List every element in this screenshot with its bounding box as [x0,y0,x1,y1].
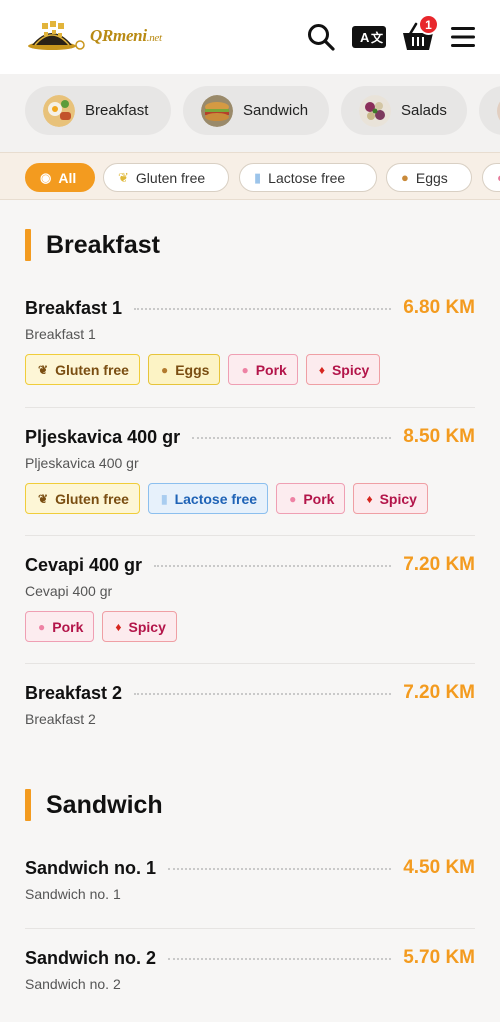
item-price: 7.20 KM [403,554,475,575]
item-description: Sandwich no. 2 [25,976,121,992]
pig-icon: ● [241,362,249,377]
wheat-icon: ❦ [38,491,49,506]
item-divider [25,928,475,929]
tag-lactose-free: ▮ Lactose free [147,483,269,514]
sandwich-thumb-icon [201,94,233,127]
search-icon [308,24,335,51]
item-divider [25,407,475,408]
cart-button[interactable]: 1 [401,14,439,54]
all-filter-icon: ◉ [40,169,52,185]
category-nav: Breakfast Sandwich Salads [0,74,500,152]
filter-more[interactable]: ● [482,163,500,192]
tag-pork: ● Pork [228,354,298,385]
pig-icon: ● [289,491,297,506]
section-title: Sandwich [25,789,163,821]
item-name: Breakfast 1 [25,297,123,318]
price-leader [134,693,392,695]
item-description: Breakfast 2 [25,711,96,727]
item-divider [25,663,475,664]
item-description: Sandwich no. 1 [25,886,121,902]
milk-icon: ▮ [254,169,262,185]
filter-eggs[interactable]: ● Eggs [386,163,472,192]
price-leader [192,437,392,439]
qrmeni-logo[interactable]: QRmeni.net [26,16,166,56]
chili-icon: ♦ [318,362,325,377]
item-tags: ❦ Gluten free ▮ Lactose free ● Pork ♦ Spicy [25,483,475,514]
item-name: Sandwich no. 2 [25,947,157,968]
menu-button[interactable] [446,20,480,54]
item-description: Pljeskavica 400 gr [25,455,139,471]
item-tags: ❦ Gluten free ● Eggs ● Pork ♦ Spicy [25,354,475,385]
egg-icon: ● [160,362,169,377]
tag-pork: ● Pork [25,611,95,642]
wheat-icon: ❦ [38,362,49,377]
section-accent-bar [25,229,31,261]
item-price: 5.70 KM [403,947,475,968]
price-leader [168,868,392,870]
menu-item[interactable]: Pljeskavica 400 gr 8.50 KM Pljeskavica 4… [25,423,475,514]
tag-spicy: ♦ Spicy [102,611,177,642]
logo-emblem-icon [28,21,85,50]
tag-eggs: ● Eggs [147,354,221,385]
filter-all[interactable]: ◉ All [25,163,95,192]
milk-icon: ▮ [160,491,168,506]
item-price: 4.50 KM [403,857,475,878]
category-more[interactable] [479,86,500,135]
item-description: Breakfast 1 [25,326,96,342]
cart-count-badge: 1 [418,14,439,35]
item-divider [25,535,475,536]
item-price: 7.20 KM [403,682,475,703]
chili-icon: ♦ [366,491,373,506]
category-label: Salads [401,102,447,119]
filter-gluten-free[interactable]: ❦ Gluten free [103,163,229,192]
section-title: Breakfast [25,229,160,261]
menu-icon [451,27,475,47]
language-button[interactable]: A 文 [352,20,386,54]
menu-item[interactable]: Breakfast 2 7.20 KM Breakfast 2 [25,679,475,731]
category-label: Breakfast [85,102,149,119]
menu-item[interactable]: Sandwich no. 2 5.70 KM Sandwich no. 2 [25,944,475,996]
app-header: QRmeni.net A 文 1 [0,0,500,74]
category-label: Sandwich [243,102,309,119]
pig-icon: ● [38,619,46,634]
search-button[interactable] [304,20,338,54]
wheat-icon: ❦ [118,169,129,185]
tag-spicy: ♦ Spicy [353,483,428,514]
item-price: 6.80 KM [403,297,475,318]
svg-text:A: A [360,30,370,45]
filter-lactose-free[interactable]: ▮ Lactose free [239,163,377,192]
salads-thumb-icon [359,94,391,127]
price-leader [168,958,392,960]
category-salads[interactable]: Salads [341,86,467,135]
item-price: 8.50 KM [403,426,475,447]
menu-item[interactable]: Cevapi 400 gr 7.20 KM Cevapi 400 gr ● Por… [25,551,475,642]
item-tags: ● Pork ♦ Spicy [25,611,475,642]
item-name: Breakfast 2 [25,682,123,703]
logo-text: QRmeni.net [90,26,162,45]
tag-gluten-free: ❦ Gluten free [25,483,140,514]
translate-icon: A 文 [352,26,386,48]
category-breakfast[interactable]: Breakfast [25,86,171,135]
item-name: Pljeskavica 400 gr [25,426,181,447]
svg-text:文: 文 [371,30,384,45]
menu-item[interactable]: Breakfast 1 6.80 KM Breakfast 1 ❦ Gluten … [25,294,475,385]
item-description: Cevapi 400 gr [25,583,113,599]
category-sandwich[interactable]: Sandwich [183,86,329,135]
filter-bar: ◉ All ❦ Gluten free ▮ Lactose free ● Egg… [0,152,500,200]
breakfast-thumb-icon [43,94,75,127]
menu-item[interactable]: Sandwich no. 1 4.50 KM Sandwich no. 1 [25,854,475,906]
price-leader [154,565,392,567]
tag-pork: ● Pork [276,483,346,514]
item-name: Sandwich no. 1 [25,857,157,878]
chili-icon: ♦ [115,619,122,634]
tag-gluten-free: ❦ Gluten free [25,354,140,385]
egg-icon: ● [401,170,409,185]
section-accent-bar [25,789,31,821]
tag-spicy: ♦ Spicy [305,354,381,385]
item-name: Cevapi 400 gr [25,554,143,575]
price-leader [134,308,392,310]
